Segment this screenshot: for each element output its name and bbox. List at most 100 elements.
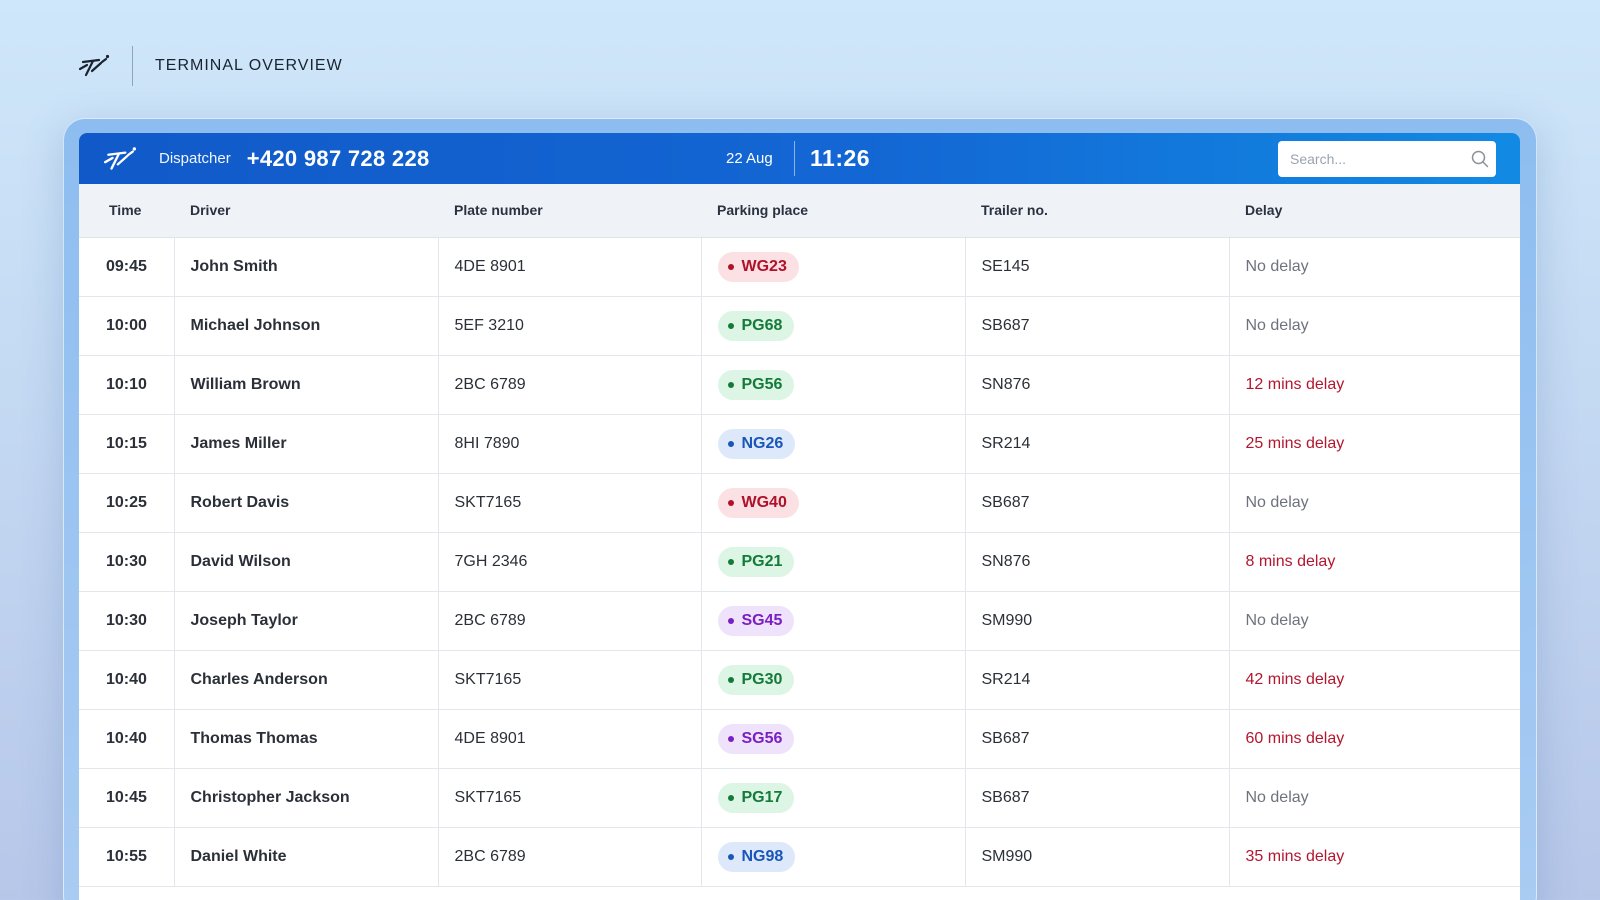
parking-badge[interactable]: PG56 bbox=[717, 369, 795, 400]
cell-time: 10:55 bbox=[79, 827, 174, 887]
cell-driver: William Brown bbox=[173, 355, 438, 415]
status-dot-icon bbox=[727, 676, 734, 683]
table-header-row: Time Driver Plate number Parking place T… bbox=[79, 184, 1520, 238]
time-divider bbox=[794, 141, 795, 176]
cell-time: 10:25 bbox=[79, 473, 174, 533]
cell-trailer: SM990 bbox=[964, 827, 1229, 887]
search-icon[interactable] bbox=[1471, 149, 1489, 169]
cell-trailer: SE145 bbox=[964, 237, 1229, 297]
dispatcher-label: Dispatcher bbox=[159, 150, 231, 167]
parking-badge[interactable]: WG23 bbox=[717, 251, 799, 282]
logo-icon[interactable] bbox=[78, 51, 112, 81]
parking-label: NG98 bbox=[741, 847, 784, 865]
brand-bar: TERMINAL OVERVIEW bbox=[78, 46, 343, 86]
status-dot-icon bbox=[727, 735, 734, 742]
search-input[interactable] bbox=[1290, 151, 1471, 167]
cell-delay: 42 mins delay bbox=[1228, 650, 1520, 710]
column-header-time[interactable]: Time bbox=[79, 184, 174, 238]
table-row[interactable]: 10:40 Thomas Thomas 4DE 8901 SG56 SB687 60 mi… bbox=[79, 709, 1520, 769]
table-row[interactable]: 10:30 David Wilson 7GH 2346 PG21 SN876 8 mins… bbox=[79, 532, 1520, 592]
status-dot-icon bbox=[727, 558, 734, 565]
terminal-panel: Dispatcher +420 987 728 228 22 Aug 11:26… bbox=[79, 133, 1520, 900]
cell-driver: Thomas Thomas bbox=[173, 709, 438, 769]
column-header-plate[interactable]: Plate number bbox=[438, 184, 701, 238]
parking-badge[interactable]: NG26 bbox=[717, 428, 796, 459]
parking-badge[interactable]: WG40 bbox=[717, 487, 799, 518]
table-row[interactable]: 10:25 Robert Davis SKT7165 WG40 SB687 No dela… bbox=[79, 473, 1520, 533]
table-row[interactable]: 10:45 Christopher Jackson SKT7165 PG17 SB687… bbox=[79, 768, 1520, 828]
dispatcher-phone[interactable]: +420 987 728 228 bbox=[247, 146, 430, 172]
cell-parking: NG26 bbox=[700, 414, 965, 474]
cell-plate: 5EF 3210 bbox=[437, 296, 701, 356]
cell-delay: No delay bbox=[1228, 768, 1520, 828]
parking-badge[interactable]: NG98 bbox=[717, 841, 796, 872]
cell-delay: No delay bbox=[1228, 296, 1520, 356]
table-row[interactable]: 10:00 Michael Johnson 5EF 3210 PG68 SB687 No … bbox=[79, 296, 1520, 356]
status-dot-icon bbox=[727, 853, 734, 860]
column-header-driver[interactable]: Driver bbox=[174, 184, 438, 238]
search-box[interactable] bbox=[1278, 141, 1496, 177]
parking-label: SG45 bbox=[741, 611, 783, 629]
table-row[interactable]: 10:55 Daniel White 2BC 6789 NG98 SM990 35 min… bbox=[79, 827, 1520, 887]
cell-delay: No delay bbox=[1228, 473, 1520, 533]
cell-time: 10:45 bbox=[79, 768, 174, 828]
page-title: TERMINAL OVERVIEW bbox=[155, 57, 343, 74]
parking-badge[interactable]: SG56 bbox=[717, 723, 795, 754]
cell-trailer: SN876 bbox=[964, 532, 1229, 592]
cell-parking: PG21 bbox=[700, 532, 965, 592]
parking-label: PG68 bbox=[741, 316, 783, 334]
cell-plate: SKT7165 bbox=[437, 768, 701, 828]
logo-icon[interactable] bbox=[103, 144, 139, 174]
cell-driver: David Wilson bbox=[173, 532, 438, 592]
cell-delay: No delay bbox=[1228, 591, 1520, 651]
parking-label: PG30 bbox=[741, 670, 783, 688]
status-dot-icon bbox=[727, 440, 734, 447]
cell-plate: 2BC 6789 bbox=[437, 355, 701, 415]
status-dot-icon bbox=[727, 263, 734, 270]
column-header-trailer[interactable]: Trailer no. bbox=[965, 184, 1229, 238]
cell-driver: Michael Johnson bbox=[173, 296, 438, 356]
cell-delay: 60 mins delay bbox=[1228, 709, 1520, 769]
cell-parking: WG40 bbox=[700, 473, 965, 533]
parking-label: NG26 bbox=[741, 434, 784, 452]
cell-trailer: SN876 bbox=[964, 355, 1229, 415]
column-header-delay[interactable]: Delay bbox=[1229, 184, 1520, 238]
parking-badge[interactable]: PG17 bbox=[717, 782, 795, 813]
table-row[interactable]: 09:45 John Smith 4DE 8901 WG23 SE145 No delay bbox=[79, 237, 1520, 297]
table-row[interactable]: 10:30 Joseph Taylor 2BC 6789 SG45 SM990 No de… bbox=[79, 591, 1520, 651]
cell-driver: Robert Davis bbox=[173, 473, 438, 533]
status-dot-icon bbox=[727, 617, 734, 624]
parking-badge[interactable]: SG45 bbox=[717, 605, 795, 636]
cell-delay: 35 mins delay bbox=[1228, 827, 1520, 887]
parking-badge[interactable]: PG30 bbox=[717, 664, 795, 695]
cell-driver: John Smith bbox=[173, 237, 438, 297]
cell-delay: 25 mins delay bbox=[1228, 414, 1520, 474]
cell-time: 10:30 bbox=[79, 591, 174, 651]
column-header-parking[interactable]: Parking place bbox=[701, 184, 965, 238]
cell-time: 09:45 bbox=[79, 237, 174, 297]
cell-driver: Christopher Jackson bbox=[173, 768, 438, 828]
cell-parking: PG30 bbox=[700, 650, 965, 710]
parking-badge[interactable]: PG21 bbox=[717, 546, 795, 577]
parking-label: WG23 bbox=[741, 257, 787, 275]
cell-trailer: SR214 bbox=[964, 414, 1229, 474]
cell-driver: James Miller bbox=[173, 414, 438, 474]
parking-label: PG21 bbox=[741, 552, 783, 570]
current-date: 22 Aug bbox=[726, 150, 773, 167]
parking-label: PG56 bbox=[741, 375, 783, 393]
cell-parking: NG98 bbox=[700, 827, 965, 887]
cell-trailer: SM990 bbox=[964, 591, 1229, 651]
cell-time: 10:00 bbox=[79, 296, 174, 356]
table-row[interactable]: 10:15 James Miller 8HI 7890 NG26 SR214 25 min… bbox=[79, 414, 1520, 474]
cell-trailer: SB687 bbox=[964, 768, 1229, 828]
parking-badge[interactable]: PG68 bbox=[717, 310, 795, 341]
table-row[interactable]: 10:10 William Brown 2BC 6789 PG56 SN876 12 mi… bbox=[79, 355, 1520, 415]
schedule-table: Time Driver Plate number Parking place T… bbox=[79, 184, 1520, 887]
cell-parking: PG68 bbox=[700, 296, 965, 356]
brand-divider bbox=[132, 46, 133, 86]
cell-trailer: SB687 bbox=[964, 709, 1229, 769]
cell-time: 10:15 bbox=[79, 414, 174, 474]
cell-parking: PG17 bbox=[700, 768, 965, 828]
table-row[interactable]: 10:40 Charles Anderson SKT7165 PG30 SR214 42 … bbox=[79, 650, 1520, 710]
cell-driver: Daniel White bbox=[173, 827, 438, 887]
